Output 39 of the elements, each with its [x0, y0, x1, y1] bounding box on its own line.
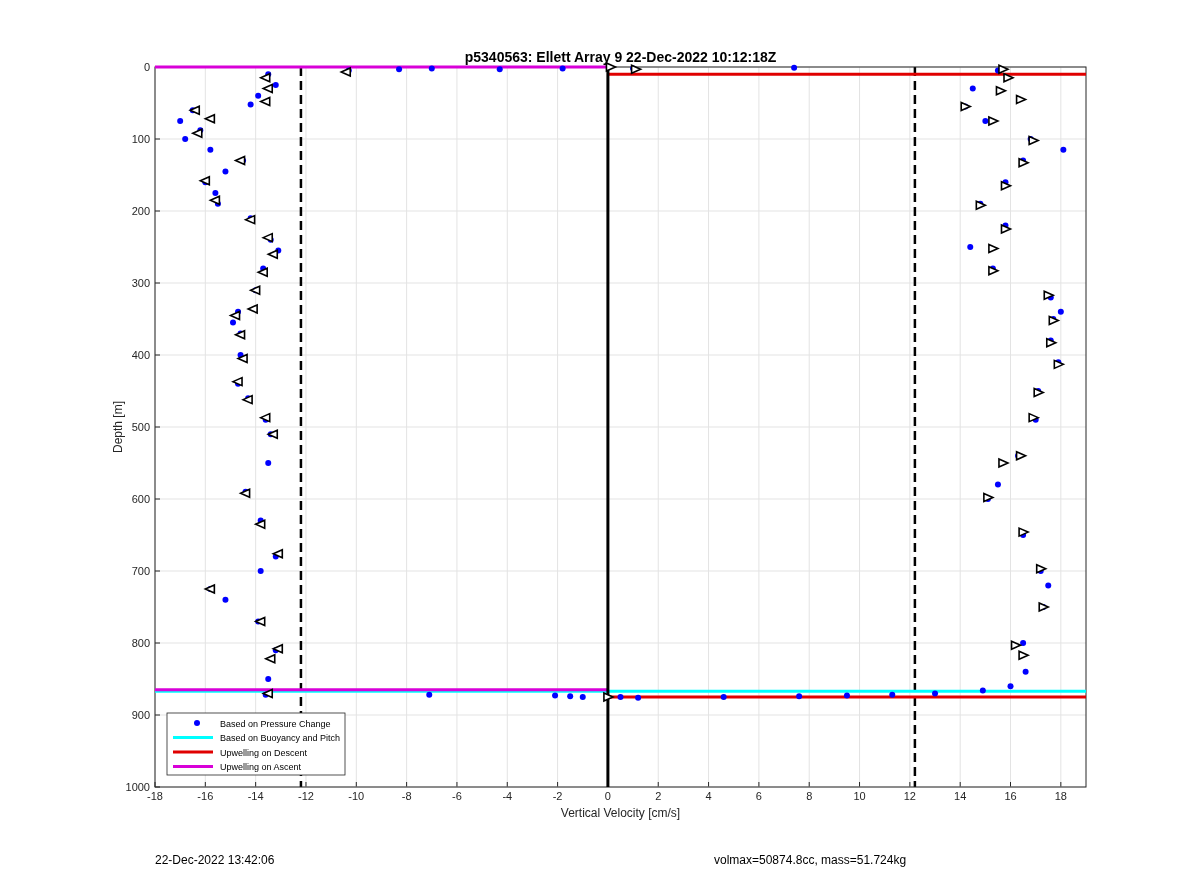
tick-label: -2 — [552, 790, 563, 802]
legend-label: Based on Pressure Change — [220, 718, 331, 729]
tick-label: -10 — [348, 790, 365, 802]
tick-label: 14 — [954, 790, 967, 802]
legend-label: Upwelling on Descent — [220, 747, 308, 758]
tick-label: 400 — [131, 349, 150, 361]
tick-label: 0 — [143, 61, 150, 73]
tick-label: 200 — [131, 205, 150, 217]
tick-label: -18 — [147, 790, 163, 802]
tick-label: 16 — [1004, 790, 1017, 802]
tick-label: 4 — [705, 790, 712, 802]
tick-label: 500 — [131, 421, 150, 433]
tick-label: 0 — [604, 790, 611, 802]
parameters-text: volmax=50874.8cc, mass=51.724kg — [714, 853, 907, 867]
tick-label: 300 — [131, 277, 150, 289]
tick-label: 600 — [131, 493, 150, 505]
tick-label: -12 — [298, 790, 314, 802]
tick-label: 8 — [806, 790, 813, 802]
tick-label: 800 — [131, 637, 150, 649]
chart-title: p5340563: Ellett Array 9 22-Dec-2022 10:12:18Z — [464, 49, 777, 65]
tick-label: -6 — [452, 790, 462, 802]
legend-label: Based on Buoyancy and Pitch — [220, 733, 341, 743]
tick-label: 6 — [755, 790, 762, 802]
tick-label: 900 — [131, 709, 150, 721]
timestamp-text: 22-Dec-2022 13:42:06 — [155, 853, 275, 867]
tick-label: 10 — [853, 790, 866, 802]
tick-label: 700 — [131, 565, 150, 577]
legend-label: Upwelling on Ascent — [220, 762, 302, 772]
axis-label: Depth [m] — [111, 401, 125, 453]
tick-label: -14 — [247, 790, 264, 802]
tick-label: 12 — [903, 790, 916, 802]
tick-label: 100 — [131, 133, 150, 145]
tick-label: -4 — [502, 790, 513, 802]
axis-label: Vertical Velocity [cm/s] — [560, 806, 681, 820]
tick-label: 18 — [1054, 790, 1067, 802]
tick-label: -8 — [401, 790, 412, 802]
tick-label: 2 — [655, 790, 662, 802]
tick-label: -16 — [197, 790, 214, 802]
tick-label: 1000 — [125, 781, 150, 793]
